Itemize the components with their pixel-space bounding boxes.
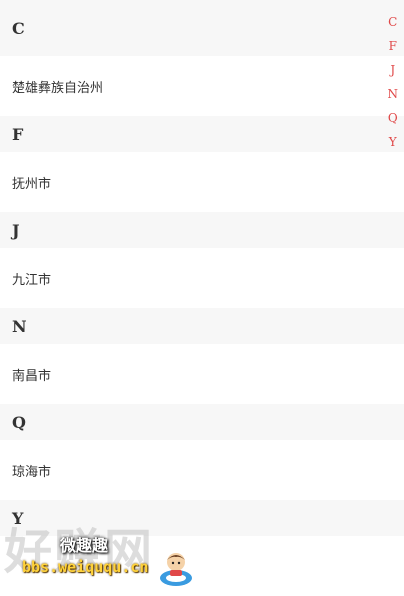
city-picker-page: C 楚雄彝族自治州 F 抚州市 J 九江市 N 南昌市 Q 琼海市 Y C F … [0, 0, 404, 596]
index-letter-f[interactable]: F [389, 38, 397, 62]
group-header-c: C [0, 0, 404, 56]
city-item-fuzhou[interactable]: 抚州市 [0, 152, 404, 212]
city-item-chuxiong[interactable]: 楚雄彝族自治州 [0, 56, 404, 116]
city-list: C 楚雄彝族自治州 F 抚州市 J 九江市 N 南昌市 Q 琼海市 Y [0, 0, 404, 596]
index-letter-y[interactable]: Y [389, 134, 397, 158]
group-header-n: N [0, 308, 404, 344]
index-letter-c[interactable]: C [388, 14, 397, 38]
group-header-j: J [0, 212, 404, 248]
group-header-y: Y [0, 500, 404, 536]
index-letter-n[interactable]: N [388, 86, 399, 110]
index-letter-j[interactable]: J [390, 62, 395, 86]
group-header-f: F [0, 116, 404, 152]
group-header-q: Q [0, 404, 404, 440]
city-item-nanchang[interactable]: 南昌市 [0, 344, 404, 404]
city-item-jiujiang[interactable]: 九江市 [0, 248, 404, 308]
index-letter-q[interactable]: Q [388, 110, 398, 134]
city-item-qionghai[interactable]: 琼海市 [0, 440, 404, 500]
alphabet-index-bar: C F J N Q Y [388, 14, 399, 158]
city-item-y[interactable] [0, 536, 404, 596]
